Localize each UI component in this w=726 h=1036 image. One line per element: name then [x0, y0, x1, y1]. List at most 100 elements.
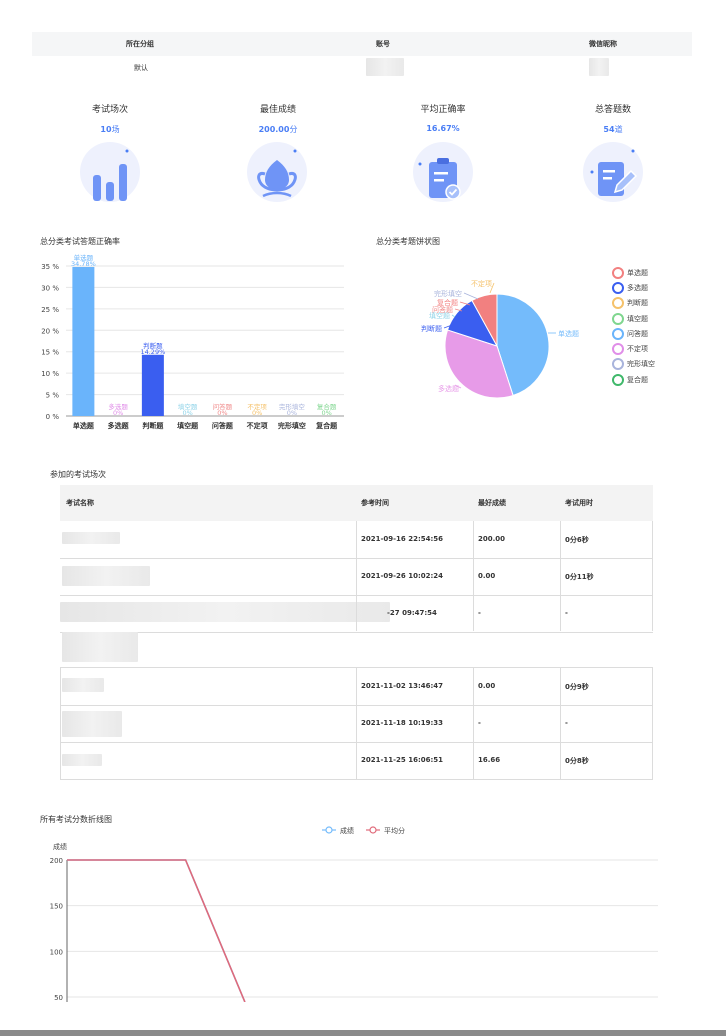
table-divider: [356, 668, 357, 779]
col-exam-name: 考试名称: [66, 499, 94, 507]
stat-unit: 场: [111, 125, 120, 134]
exam-duration: 0分11秒: [565, 573, 594, 581]
exam-time: -27 09:47:54: [387, 609, 437, 617]
legend-label: 复合题: [627, 375, 648, 384]
legend-circle-icon: [612, 312, 624, 325]
stat-exam-count: 考试场次 10场: [45, 102, 175, 135]
bar-chart: 0 %5 %10 %15 %20 %25 %30 %35 %单选题34.78%单…: [41, 253, 344, 430]
stat-value: 10: [100, 125, 112, 134]
account-redacted: [366, 58, 404, 76]
line-chart: 50100150200成绩成绩 平均分: [50, 826, 658, 1002]
user-info-row: 默认: [32, 56, 692, 80]
bar: [72, 266, 95, 416]
clipboard-check-icon: [413, 142, 473, 202]
pie-legend: 单选题多选题判断题填空题问答题不定项完形填空复合题: [612, 265, 692, 387]
bottom-scrollbar[interactable]: [0, 1030, 726, 1036]
legend-item[interactable]: 复合题: [612, 372, 692, 387]
exam-table: 考试名称 参考时间 最好成绩 考试用时 2021-09-16 22:54:56 …: [60, 485, 653, 780]
bar-value-label: 34.78%: [71, 260, 96, 268]
col-best-score: 最好成绩: [478, 499, 506, 507]
bar-chart-icon: [80, 142, 140, 202]
table-divider: [652, 668, 653, 779]
header-account: 账号: [376, 40, 390, 48]
stat-best-score: 最佳成绩 200.00分: [213, 102, 343, 135]
exam-time: 2021-11-25 16:06:51: [361, 756, 444, 764]
user-info-header: 所在分组 账号 微信昵称: [32, 32, 692, 56]
table-row[interactable]: [60, 632, 653, 668]
legend-label: 填空题: [627, 314, 648, 323]
x-tick-label: 单选题: [73, 421, 95, 430]
legend-label: 完形填空: [627, 360, 655, 369]
bar: [141, 354, 164, 416]
legend-item[interactable]: 完形填空: [612, 357, 692, 372]
exam-duration: 0分8秒: [565, 757, 589, 765]
legend-marker: [369, 826, 377, 834]
legend-item: 成绩: [322, 826, 354, 835]
pie-slice-label: 多选题: [438, 384, 459, 393]
pie-slice-label: 复合题: [437, 298, 458, 307]
y-tick-label: 15 %: [41, 349, 59, 357]
bar-value-label: 0%: [182, 409, 192, 417]
exam-time: 2021-09-26 10:02:24: [361, 572, 444, 580]
bar-value-label: 0%: [217, 409, 227, 417]
legend-circle-icon: [612, 297, 624, 310]
legend-item[interactable]: 不定项: [612, 341, 692, 356]
table-divider: [473, 521, 474, 631]
legend-circle-icon: [612, 358, 624, 371]
pie-slice-label: 完形填空: [434, 289, 462, 298]
legend-item[interactable]: 判断题: [612, 296, 692, 311]
stat-label: 总答题数: [594, 105, 631, 115]
group-value: 默认: [134, 64, 148, 72]
col-duration: 考试用时: [565, 499, 593, 507]
x-tick-label: 问答题: [212, 421, 234, 430]
legend-label: 成绩: [340, 826, 354, 835]
legend-item[interactable]: 单选题: [612, 265, 692, 280]
x-tick-label: 多选题: [108, 421, 130, 430]
exam-name-redacted: [62, 711, 122, 737]
stat-value: 200.00: [258, 125, 290, 134]
exam-duration: 0分9秒: [565, 683, 589, 691]
exam-table-header: 考试名称 参考时间 最好成绩 考试用时: [60, 485, 653, 521]
legend-marker: [325, 826, 333, 834]
stat-total-questions: 总答题数 54道: [548, 102, 678, 135]
y-tick-label: 25 %: [41, 306, 59, 314]
table-divider: [652, 521, 653, 631]
legend-label: 问答题: [627, 329, 648, 338]
stat-unit: 分: [289, 125, 298, 134]
legend-label: 判断题: [627, 299, 648, 308]
bar-value-label: 0%: [287, 409, 297, 417]
exams-title: 参加的考试场次: [50, 470, 106, 479]
exam-time: 2021-09-16 22:54:56: [361, 535, 444, 543]
x-tick-label: 填空题: [177, 421, 199, 430]
exam-score: 200.00: [478, 535, 506, 543]
bar-value-label: 0%: [252, 409, 262, 417]
y-tick-label: 0 %: [46, 413, 60, 421]
stat-label: 考试场次: [91, 105, 128, 115]
pie-slice-label: 不定项: [471, 279, 492, 288]
legend-label: 单选题: [627, 268, 648, 277]
exam-name-redacted: [62, 754, 102, 766]
legend-item[interactable]: 问答题: [612, 326, 692, 341]
legend-item[interactable]: 多选题: [612, 280, 692, 295]
legend-item[interactable]: 填空题: [612, 311, 692, 326]
table-divider: [356, 521, 357, 631]
bar-value-label: 0%: [321, 409, 331, 417]
exam-score: 0.00: [478, 572, 496, 580]
y-tick-label: 100: [50, 948, 63, 956]
exam-name-redacted: [62, 678, 104, 692]
legend-label: 多选题: [627, 283, 648, 292]
bar-value-label: 0%: [113, 409, 123, 417]
y-tick-label: 50: [54, 994, 63, 1002]
pie-slice-label: 判断题: [421, 324, 442, 333]
y-tick-label: 30 %: [41, 284, 59, 292]
x-tick-label: 判断题: [142, 421, 164, 430]
bar-value-label: 14.29%: [140, 348, 165, 356]
table-divider: [560, 668, 561, 779]
y-tick-label: 5 %: [46, 392, 60, 400]
exam-name-redacted: [62, 532, 120, 544]
series-line: [67, 859, 246, 1002]
series-line: [67, 859, 246, 1002]
x-tick-label: 不定项: [247, 421, 268, 430]
exam-time: 2021-11-02 13:46:47: [361, 682, 444, 690]
stat-value: 54: [603, 125, 615, 134]
